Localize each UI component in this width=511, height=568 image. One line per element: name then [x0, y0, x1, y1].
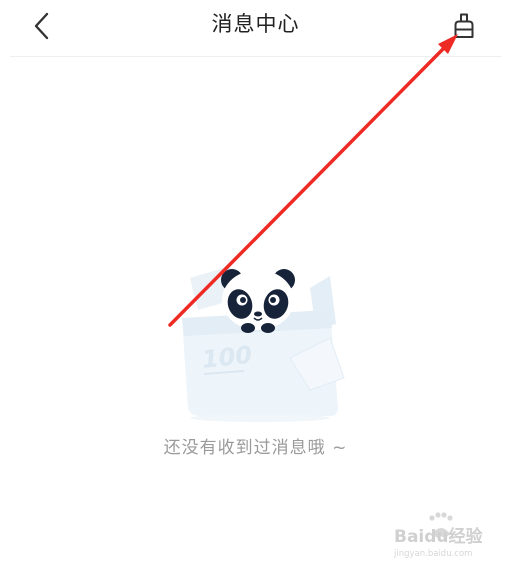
navigation-bar: 消息中心	[0, 0, 511, 56]
header-divider	[10, 56, 501, 57]
empty-box-panda-illustration: 100	[182, 266, 345, 422]
empty-state-message: 还没有收到过消息哦 ~	[163, 438, 348, 458]
watermark-domain-text: jingyan.baidu.com	[393, 549, 472, 559]
message-center-screen: 消息中心 100 还没有收到过消息哦 ~ Baidu经验 jingyan.bai…	[0, 0, 511, 568]
broom-icon	[454, 13, 474, 38]
baidu-jingyan-watermark: Baidu经验 jingyan.baidu.com	[393, 512, 484, 559]
clear-messages-button[interactable]	[444, 6, 484, 46]
page-title: 消息中心	[211, 12, 300, 36]
watermark-logo-text: Baidu经验	[394, 526, 484, 547]
box-badge-text: 100	[201, 341, 254, 374]
